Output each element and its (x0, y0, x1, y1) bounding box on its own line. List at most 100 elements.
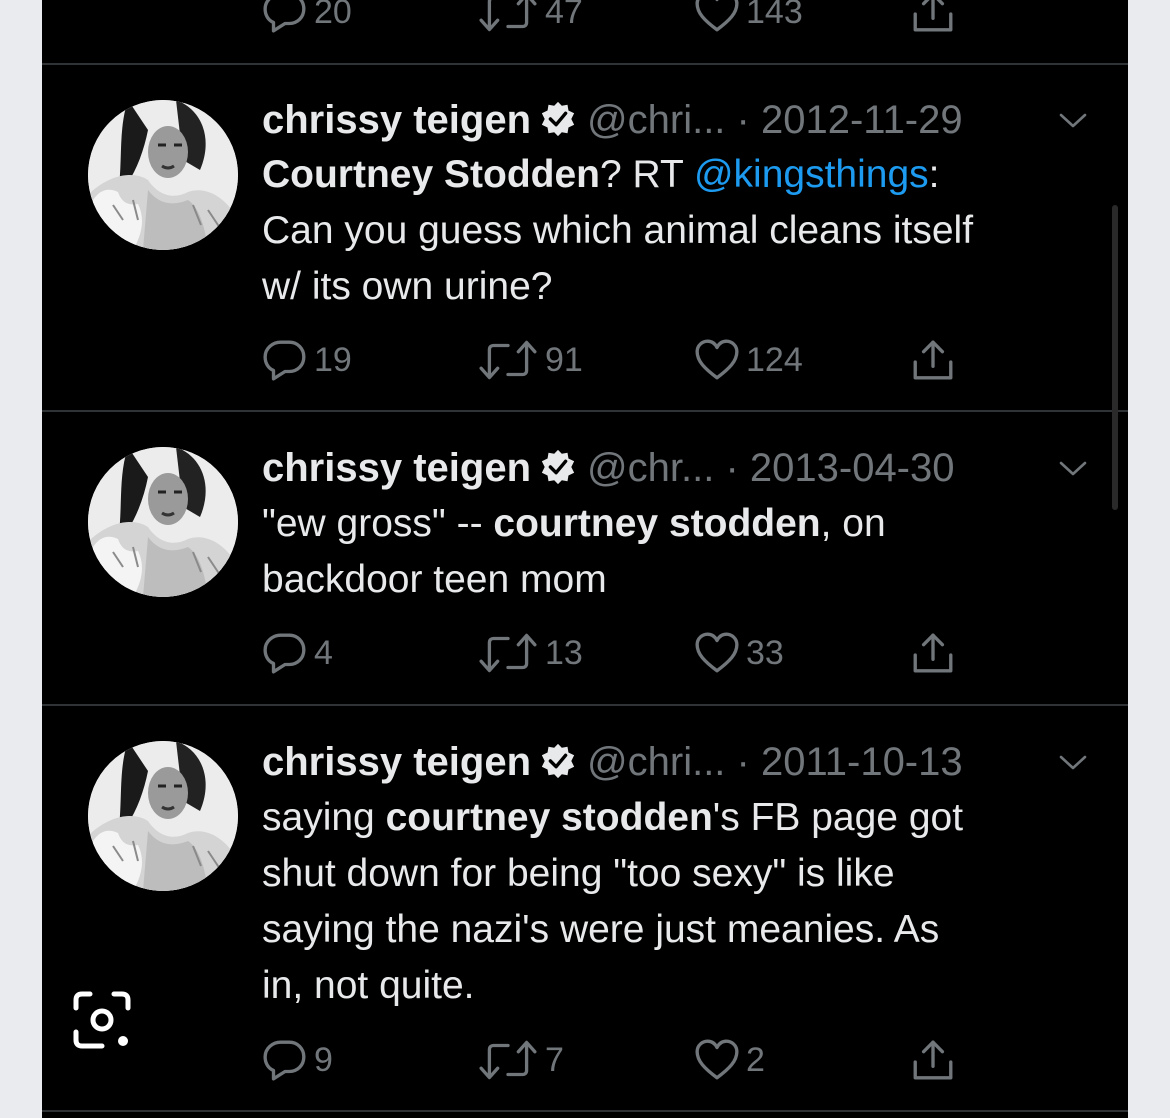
tweet-date[interactable]: · 2012-11-29 (737, 98, 963, 142)
retweet-action[interactable]: 91 (477, 335, 583, 385)
text-segment: 's FB page got (712, 796, 964, 839)
reply-count: 9 (314, 1040, 333, 1079)
scrollbar-thumb[interactable] (1112, 205, 1118, 510)
share-icon (910, 630, 956, 676)
reply-count: 19 (314, 340, 352, 379)
retweet-action[interactable]: 13 (477, 628, 583, 678)
display-name[interactable]: chrissy teigen (262, 446, 531, 490)
verified-badge-icon (539, 100, 577, 138)
tweet-line: saying the nazi's were just meanies. As (262, 908, 940, 951)
highlight-text: courtney stodden (385, 796, 713, 839)
tweet-line: saying courtney stodden's FB page got (262, 790, 1092, 846)
tweet-line: Can you guess which animal cleans itself (262, 209, 974, 252)
tweet-date[interactable]: · 2013-04-30 (725, 446, 954, 490)
like-count: 2 (746, 1040, 765, 1079)
avatar[interactable] (88, 447, 238, 597)
like-count: 124 (746, 340, 803, 379)
tweet-actions: 9 7 2 (262, 1035, 1042, 1085)
tweet-text: saying courtney stodden's FB page got sh… (262, 790, 1092, 1014)
retweet-count: 91 (545, 340, 583, 379)
reply-action[interactable]: 4 (262, 628, 333, 678)
like-icon (694, 337, 740, 383)
handle[interactable]: @chr... (587, 446, 714, 490)
retweet-action[interactable]: 47 (477, 0, 583, 37)
share-icon (910, 0, 956, 35)
retweet-count: 13 (545, 633, 583, 672)
retweet-icon (477, 1037, 539, 1083)
share-action[interactable] (910, 628, 962, 678)
share-icon (910, 337, 956, 383)
reply-icon (262, 630, 308, 676)
tweet-line: w/ its own urine? (262, 265, 553, 308)
reply-action[interactable]: 9 (262, 1035, 333, 1085)
retweet-action[interactable]: 7 (477, 1035, 564, 1085)
retweet-icon (477, 0, 539, 35)
like-count: 143 (746, 0, 803, 31)
text-segment: , on (820, 502, 886, 545)
like-action[interactable]: 2 (694, 1035, 765, 1085)
chevron-down-icon[interactable] (1058, 95, 1088, 145)
reply-action[interactable]: 20 (262, 0, 352, 37)
share-action[interactable] (910, 335, 962, 385)
timeline: 20 47 143 chrissy teigen @chri... · 2012-… (42, 0, 1128, 1118)
avatar[interactable] (88, 741, 238, 891)
reply-count: 4 (314, 633, 333, 672)
highlight-text: Courtney Stodden (262, 153, 600, 196)
tweet[interactable]: chrissy teigen @chr... · 2013-04-30 "ew g… (42, 412, 1128, 704)
chevron-down-icon[interactable] (1058, 737, 1088, 787)
like-icon (694, 0, 740, 35)
chevron-down-icon[interactable] (1058, 443, 1088, 493)
avatar-image (88, 741, 238, 891)
avatar-image (88, 447, 238, 597)
tweet-date[interactable]: · 2011-10-13 (737, 740, 963, 784)
reply-icon (262, 0, 308, 35)
verified-badge-icon (539, 448, 577, 486)
avatar-image (88, 100, 238, 250)
highlight-text: courtney stodden (493, 502, 821, 545)
share-action[interactable] (910, 1035, 962, 1085)
text-segment: : (928, 153, 940, 196)
text-segment: saying (262, 796, 386, 839)
text-segment: "ew gross" -- (262, 502, 494, 545)
avatar[interactable] (88, 100, 238, 250)
tweet-header: chrissy teigen @chri... · 2012-11-29 (262, 95, 1088, 145)
tweet-line: shut down for being "too sexy" is like (262, 852, 895, 895)
tweet-line: in, not quite. (262, 964, 475, 1007)
retweet-icon (477, 630, 539, 676)
previous-tweet-actions: 20 47 143 (262, 0, 1042, 37)
share-action[interactable] (910, 0, 962, 37)
divider (42, 1110, 1128, 1112)
display-name[interactable]: chrissy teigen (262, 740, 531, 784)
lens-search-icon[interactable] (70, 988, 134, 1052)
tweet-line: "ew gross" -- courtney stodden, on (262, 496, 1092, 552)
tweet-header: chrissy teigen @chri... · 2011-10-13 (262, 737, 1088, 787)
tweet-line: backdoor teen mom (262, 558, 607, 601)
reply-icon (262, 337, 308, 383)
text-segment: ? RT (600, 153, 694, 196)
retweet-count: 7 (545, 1040, 564, 1079)
display-name[interactable]: chrissy teigen (262, 98, 531, 142)
like-icon (694, 1037, 740, 1083)
like-action[interactable]: 124 (694, 335, 803, 385)
handle[interactable]: @chri... (587, 740, 725, 784)
reply-action[interactable]: 19 (262, 335, 352, 385)
share-icon (910, 1037, 956, 1083)
reply-count: 20 (314, 0, 352, 31)
tweet-text: "ew gross" -- courtney stodden, on backd… (262, 496, 1092, 608)
retweet-count: 47 (545, 0, 583, 31)
tweet-header: chrissy teigen @chr... · 2013-04-30 (262, 443, 1088, 493)
tweet-line: Courtney Stodden? RT @kingsthings: (262, 147, 1092, 203)
reply-icon (262, 1037, 308, 1083)
retweet-icon (477, 337, 539, 383)
verified-badge-icon (539, 742, 577, 780)
like-action[interactable]: 33 (694, 628, 784, 678)
handle[interactable]: @chri... (587, 98, 725, 142)
mention-link[interactable]: @kingsthings (694, 153, 929, 196)
tweet[interactable]: chrissy teigen @chri... · 2011-10-13 sayi… (42, 706, 1128, 1106)
tweet-actions: 4 13 33 (262, 628, 1042, 678)
tweet-actions: 19 91 124 (262, 335, 1042, 385)
tweet-text: Courtney Stodden? RT @kingsthings: Can y… (262, 147, 1092, 315)
tweet[interactable]: chrissy teigen @chri... · 2012-11-29 Cour… (42, 65, 1128, 410)
like-count: 33 (746, 633, 784, 672)
like-action[interactable]: 143 (694, 0, 803, 37)
